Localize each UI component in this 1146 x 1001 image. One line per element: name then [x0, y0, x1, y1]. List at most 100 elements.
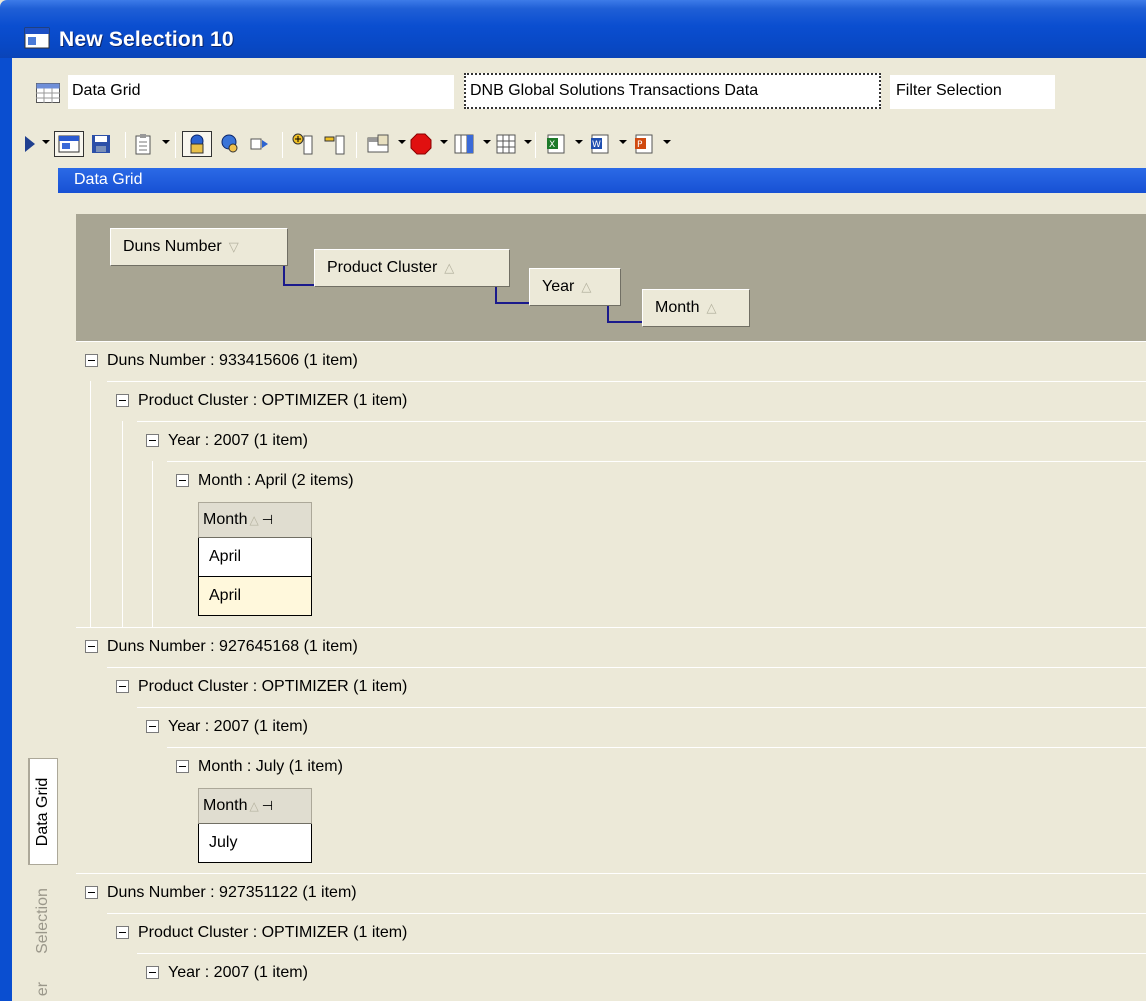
clipboard-button[interactable]	[132, 131, 154, 157]
group-row-product-cluster[interactable]: Product Cluster : OPTIMIZER (1 item)	[107, 913, 1146, 953]
sort-descending-icon[interactable]: ▽	[229, 229, 239, 265]
columns-button[interactable]	[452, 131, 476, 157]
detail-grid-cell[interactable]: April	[198, 538, 312, 577]
toolbar-separator	[125, 132, 126, 158]
properties-icon	[367, 134, 389, 153]
export-arrow-button[interactable]	[248, 131, 274, 157]
powerpoint-dropdown-arrow[interactable]	[663, 140, 671, 144]
tree-guide-line	[90, 381, 91, 667]
grid-button[interactable]	[494, 131, 518, 157]
groupby-connector	[607, 306, 644, 323]
pin-icon[interactable]: ⊣	[262, 512, 273, 527]
group-row-year[interactable]: Year : 2007 (1 item)	[137, 953, 1146, 993]
run-button[interactable]	[22, 131, 38, 157]
group-row-month[interactable]: Month : July (1 item)	[167, 747, 1146, 787]
columns-icon	[454, 134, 474, 154]
collapse-icon[interactable]	[116, 926, 129, 939]
sort-ascending-icon[interactable]: △	[706, 290, 716, 326]
collapse-icon[interactable]	[85, 354, 98, 367]
groupby-chip-label: Month	[655, 299, 700, 316]
detail-grid-cell[interactable]: April	[198, 577, 312, 616]
stop-dropdown-arrow[interactable]	[440, 140, 448, 144]
stop-icon	[410, 133, 432, 155]
properties-dropdown-arrow[interactable]	[398, 140, 406, 144]
word-dropdown-arrow[interactable]	[619, 140, 627, 144]
data-grid-section-header: Data Grid	[0, 168, 1146, 193]
tab-selection[interactable]: Selection	[28, 873, 58, 969]
toolbar-separator	[356, 132, 357, 158]
excel-dropdown-arrow[interactable]	[575, 140, 583, 144]
groupby-chip-label: Year	[542, 278, 575, 295]
powerpoint-export-button[interactable]: P	[632, 131, 658, 157]
add-column-icon	[292, 133, 313, 155]
clipboard-dropdown-arrow[interactable]	[162, 140, 170, 144]
collapse-icon[interactable]	[146, 720, 159, 733]
column-header-label: Month	[203, 511, 248, 528]
tab-filter[interactable]: er	[28, 977, 58, 1001]
pin-icon[interactable]: ⊣	[262, 798, 273, 813]
tab-selection-label: Selection	[34, 888, 52, 954]
groupby-chip-product-cluster[interactable]: Product Cluster △	[314, 249, 510, 287]
group-row-label: Product Cluster : OPTIMIZER (1 item)	[138, 678, 408, 695]
tab-data-grid[interactable]: Data Grid	[28, 758, 58, 865]
group-row-month[interactable]: Month : April (2 items)	[167, 461, 1146, 501]
sort-ascending-icon[interactable]: △	[249, 799, 258, 813]
column-header-label: Month	[203, 797, 248, 814]
group-row-duns-number[interactable]: Duns Number : 933415606 (1 item)	[76, 341, 1146, 381]
stop-button[interactable]	[408, 131, 434, 157]
group-row-label: Month : July (1 item)	[198, 758, 343, 775]
collapse-icon[interactable]	[146, 966, 159, 979]
new-window-icon	[58, 135, 80, 153]
window-title-bar[interactable]: New Selection 10	[0, 0, 1146, 58]
group-row-duns-number[interactable]: Duns Number : 927351122 (1 item)	[76, 873, 1146, 913]
window-left-border	[0, 193, 12, 1001]
detail-grid-header-month[interactable]: Month △ ⊣	[198, 788, 312, 824]
filter-selection-field[interactable]: Filter Selection	[890, 75, 1055, 109]
section-title: Data Grid	[74, 171, 143, 188]
groupby-chip-duns-number[interactable]: Duns Number ▽	[110, 228, 288, 266]
sort-ascending-icon[interactable]: △	[581, 269, 591, 305]
collapse-icon[interactable]	[116, 680, 129, 693]
group-row-year[interactable]: Year : 2007 (1 item)	[137, 707, 1146, 747]
collapse-icon[interactable]	[116, 394, 129, 407]
excel-export-button[interactable]: X	[544, 131, 570, 157]
user-lock-button[interactable]	[182, 131, 212, 157]
groupby-chip-label: Product Cluster	[327, 259, 438, 276]
detail-grid-cell[interactable]: July	[198, 824, 312, 863]
groupby-chip-month[interactable]: Month △	[642, 289, 750, 327]
grid-name-field[interactable]: Data Grid	[68, 75, 454, 109]
save-button[interactable]	[88, 131, 114, 157]
remove-column-button[interactable]	[322, 131, 348, 157]
tab-data-grid-label: Data Grid	[34, 777, 52, 846]
group-row-product-cluster[interactable]: Product Cluster : OPTIMIZER (1 item)	[107, 381, 1146, 421]
data-grid-icon	[36, 83, 60, 103]
sort-ascending-icon[interactable]: △	[249, 513, 258, 527]
new-window-button[interactable]	[54, 131, 84, 157]
word-export-button[interactable]: W	[588, 131, 614, 157]
svg-text:X: X	[549, 140, 555, 150]
collapse-icon[interactable]	[176, 474, 189, 487]
group-row-duns-number[interactable]: Duns Number : 927645168 (1 item)	[76, 627, 1146, 667]
table-name-field[interactable]: DNB Global Solutions Transactions Data	[464, 73, 881, 109]
collapse-icon[interactable]	[176, 760, 189, 773]
group-row-product-cluster[interactable]: Product Cluster : OPTIMIZER (1 item)	[107, 667, 1146, 707]
add-column-button[interactable]	[290, 131, 316, 157]
collapse-icon[interactable]	[85, 886, 98, 899]
columns-dropdown-arrow[interactable]	[483, 140, 491, 144]
collapse-icon[interactable]	[85, 640, 98, 653]
group-row-year[interactable]: Year : 2007 (1 item)	[137, 421, 1146, 461]
groupby-chip-year[interactable]: Year △	[529, 268, 621, 306]
user-search-button[interactable]	[216, 131, 244, 157]
detail-grid: Month △ ⊣ July	[198, 788, 312, 863]
grid-dropdown-arrow[interactable]	[524, 140, 532, 144]
tab-filter-label: er	[33, 981, 51, 997]
toolbar: X W P	[0, 116, 1146, 168]
properties-button[interactable]	[364, 131, 394, 157]
run-dropdown-arrow[interactable]	[42, 140, 50, 144]
collapse-icon[interactable]	[146, 434, 159, 447]
sort-ascending-icon[interactable]: △	[444, 250, 454, 286]
group-row-label: Product Cluster : OPTIMIZER (1 item)	[138, 392, 408, 409]
detail-grid-header-month[interactable]: Month △ ⊣	[198, 502, 312, 538]
grid-icon	[496, 134, 516, 154]
user-search-icon	[221, 134, 238, 153]
